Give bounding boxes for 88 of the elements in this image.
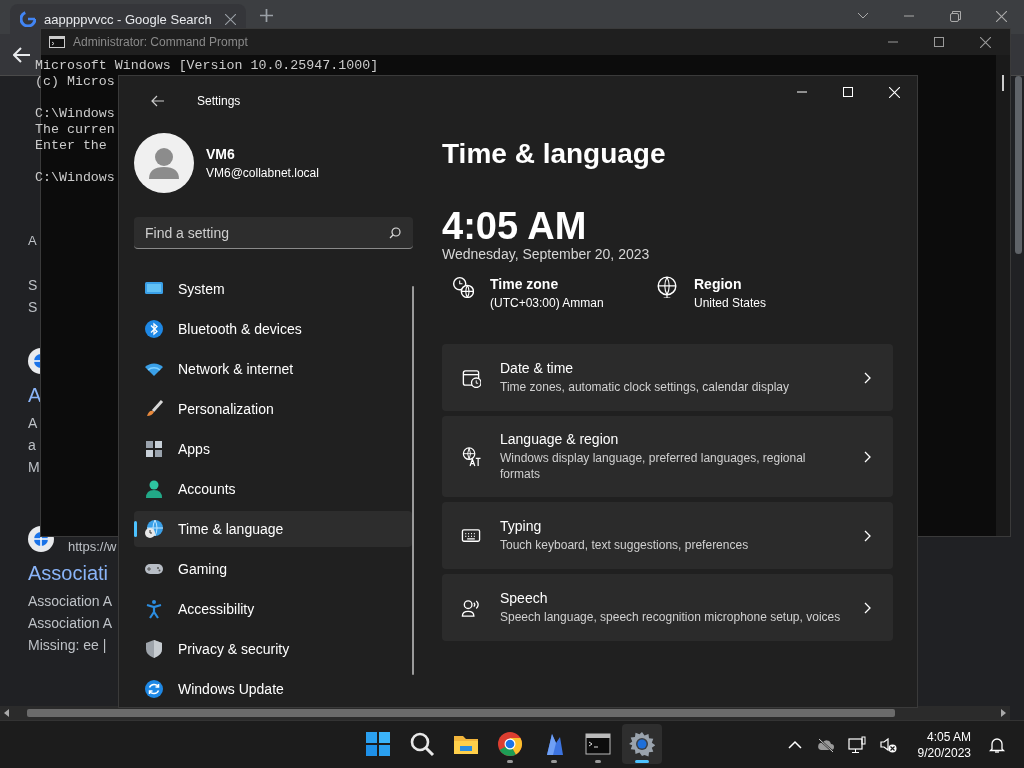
grid-icon — [365, 731, 391, 757]
card-description: Touch keyboard, text suggestions, preferences — [500, 537, 750, 553]
new-tab-icon[interactable] — [260, 9, 273, 22]
card-title: Speech — [500, 590, 549, 606]
search-field[interactable]: Find a setting — [134, 217, 413, 249]
result-snippet: Association A — [28, 592, 113, 611]
result-snippet: S — [28, 298, 38, 317]
globe-clock-icon — [144, 519, 164, 539]
current-date: Wednesday, September 20, 2023 — [442, 246, 651, 262]
nav-item[interactable]: Gaming — [134, 551, 412, 587]
info-label: Time zone — [490, 276, 560, 292]
settings-card[interactable]: Date & time Time zones, automatic clock settings, calendar display — [442, 344, 893, 411]
calendar-clock-icon — [461, 367, 481, 388]
result-url: https://w — [68, 538, 117, 554]
nav-item[interactable]: Accessibility — [134, 591, 412, 627]
accessibility-icon — [144, 599, 164, 619]
console-line: (c) Micros — [35, 74, 115, 90]
shield-icon — [144, 639, 164, 659]
gear-icon — [629, 731, 655, 757]
console-line: C:\Windows — [35, 106, 115, 122]
console-line: Enter the — [35, 138, 107, 154]
chevron-right-icon — [864, 371, 871, 384]
cloud-off-icon[interactable] — [816, 735, 835, 754]
card-title: Language & region — [500, 431, 620, 447]
nav-item[interactable]: Personalization — [134, 391, 412, 427]
card-description: Time zones, automatic clock settings, calendar display — [500, 379, 791, 395]
result-title-link[interactable]: A — [28, 380, 42, 410]
search-icon — [409, 731, 435, 757]
back-icon[interactable] — [13, 46, 31, 63]
result-snippet: Association A — [28, 614, 113, 633]
refresh-icon — [144, 679, 164, 699]
result-snippet: A — [28, 414, 38, 433]
info-value[interactable]: (UTC+03:00) Amman — [490, 296, 604, 310]
globe-icon — [656, 276, 678, 298]
nav-item[interactable]: Apps — [134, 431, 412, 467]
result-title-link[interactable]: Associati — [28, 558, 109, 588]
settings-card[interactable]: Typing Touch keyboard, text suggestions, preferences — [442, 502, 893, 569]
current-time: 4:05 AM — [442, 204, 588, 248]
result-header: A — [28, 232, 37, 250]
console-line: C:\Windows — [35, 170, 115, 186]
browser-icon — [497, 731, 523, 757]
info-label: Region — [694, 276, 743, 292]
brush-icon — [144, 399, 164, 419]
avatar[interactable] — [134, 133, 194, 193]
close-icon[interactable] — [225, 13, 236, 25]
terminal-icon — [49, 36, 65, 48]
nav-item[interactable]: System — [134, 271, 412, 307]
terminal-icon — [585, 731, 611, 757]
person-icon — [144, 479, 164, 499]
result-snippet: M — [28, 458, 40, 477]
bluetooth-icon — [144, 319, 164, 339]
console-line: The curren — [35, 122, 115, 138]
chevron-right-icon — [864, 529, 871, 542]
card-description: Speech language, speech recognition microphone setup, voices — [500, 609, 842, 625]
nav-item[interactable]: Windows Update — [134, 671, 412, 707]
chevron-right-icon — [864, 601, 871, 614]
volume-muted-icon[interactable] — [878, 735, 897, 754]
bell-icon[interactable] — [988, 735, 1006, 754]
nav-item[interactable]: Time & language — [134, 511, 412, 547]
search-icon — [389, 226, 401, 239]
user-email: VM6@collabnet.local — [206, 166, 319, 180]
window-title: Administrator: Command Prompt — [73, 35, 248, 49]
language-icon — [461, 446, 481, 467]
nav-item[interactable]: Accounts — [134, 471, 412, 507]
nav-item[interactable]: Privacy & security — [134, 631, 412, 667]
settings-card[interactable]: Speech Speech language, speech recognition microphone setup, voices — [442, 574, 893, 641]
google-g-icon — [20, 11, 36, 27]
speech-icon — [461, 597, 481, 618]
card-title: Date & time — [500, 360, 575, 376]
card-description: Windows display language, preferred languages, regional formats — [500, 450, 807, 482]
taskbar-button[interactable] — [622, 724, 662, 764]
page-title: Time & language — [442, 137, 667, 171]
result-snippet: Missing: ee | — [28, 636, 107, 655]
result-snippet: S — [28, 276, 38, 295]
apps-icon — [144, 439, 164, 459]
settings-card[interactable]: Language & region Windows display language, preferred languages, regional formats — [442, 416, 893, 497]
card-title: Typing — [500, 518, 543, 534]
chevron-right-icon — [864, 450, 871, 463]
window-title: Settings — [197, 94, 241, 108]
globe-clock-icon — [452, 276, 474, 298]
info-value[interactable]: United States — [694, 296, 767, 310]
nav-item[interactable]: Bluetooth & devices — [134, 311, 412, 347]
result-snippet: a — [28, 436, 36, 455]
taskbar-clock[interactable]: 4:05 AM 9/20/2023 — [917, 728, 971, 761]
console-line: Microsoft Windows [Version 10.0.25947.1000] — [35, 58, 379, 74]
user-name: VM6 — [206, 146, 236, 162]
nav-item[interactable]: Network & internet — [134, 351, 412, 387]
network-icon[interactable] — [847, 735, 866, 754]
